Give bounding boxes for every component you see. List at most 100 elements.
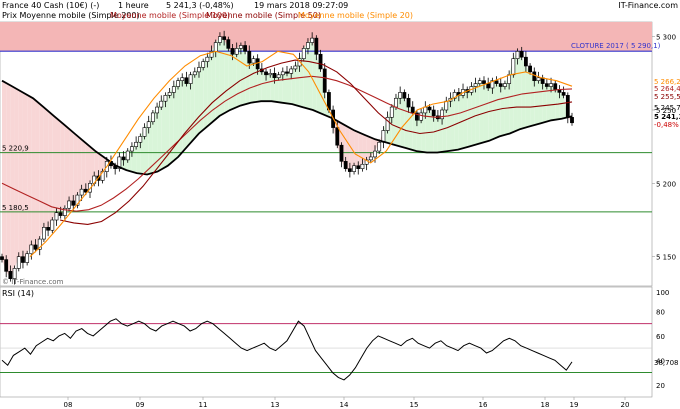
- price-ma200-fill: [463, 89, 468, 149]
- price-ma200-fill: [236, 45, 241, 108]
- candle-body: [301, 48, 306, 59]
- price-ma200-fill: [266, 73, 271, 102]
- candle-body: [167, 92, 172, 96]
- candle-body: [406, 97, 411, 108]
- candle-body: [4, 259, 9, 272]
- candle-body: [398, 92, 403, 99]
- price-ma200-fill: [287, 68, 292, 104]
- price-ma200-fill: [186, 74, 191, 148]
- candle-body: [134, 141, 139, 147]
- chart-canvas: France 40 Cash (10€) (-) 1 heure 5 241,3…: [0, 0, 680, 409]
- candle-body: [280, 71, 285, 76]
- right-value-label: 5 264,4: [654, 85, 680, 93]
- rsi-y-tick-label: 20: [656, 382, 665, 390]
- price-ma200-fill: [52, 114, 57, 220]
- price-ma200-fill: [496, 83, 501, 138]
- candle-body: [163, 95, 168, 102]
- legend-ma20: Moyenne mobile (Simple 20): [298, 11, 413, 20]
- candle-body: [360, 163, 365, 169]
- x-tick-label: 19: [570, 401, 579, 409]
- candle-body: [352, 165, 356, 172]
- price-ma200-fill: [27, 94, 32, 254]
- candle-body: [368, 156, 373, 161]
- candle-body: [138, 136, 143, 143]
- rsi-y-tick-label: 80: [656, 308, 665, 316]
- candle-body: [218, 36, 222, 43]
- candle-body: [125, 150, 130, 161]
- price-ma200-fill: [282, 71, 287, 104]
- candle-body: [276, 74, 281, 79]
- candle-body: [201, 61, 206, 68]
- price-ma200-fill: [400, 92, 405, 148]
- price-ma200-fill: [182, 77, 187, 153]
- candle-body: [247, 51, 252, 64]
- candle-body: [192, 71, 197, 76]
- price-ma200-fill: [454, 92, 459, 151]
- price-ma200-fill: [2, 80, 7, 272]
- candle-body: [570, 117, 574, 124]
- candle-body: [440, 109, 444, 120]
- level-label-5220: 5 220,9: [2, 145, 29, 153]
- candle-body: [511, 58, 516, 76]
- resistance-band: [0, 22, 652, 52]
- price-ma200-fill: [22, 92, 28, 263]
- candle-body: [343, 161, 348, 169]
- right-value-label: 5 245,7: [654, 104, 680, 112]
- candle-body: [205, 56, 210, 62]
- candle-body: [314, 37, 319, 55]
- rsi-value-label: 38,708: [654, 359, 679, 367]
- candle-body: [16, 256, 21, 269]
- candle-body: [197, 67, 201, 73]
- candle-body: [523, 56, 528, 67]
- candle-body: [79, 188, 84, 196]
- price-ma200-fill: [77, 135, 82, 196]
- candle-body: [486, 83, 491, 89]
- candle-body: [515, 51, 520, 59]
- interval-label: 1 heure: [118, 1, 149, 10]
- price-ma200-fill: [228, 48, 233, 111]
- candle-body: [0, 256, 4, 260]
- price-ma200-fill: [81, 139, 86, 193]
- price-ma200-fill: [354, 130, 359, 169]
- candle-body: [477, 80, 482, 84]
- price-ma200-fill: [500, 83, 505, 137]
- candle-body: [121, 156, 126, 161]
- candle-body: [46, 227, 51, 231]
- candle-body: [482, 80, 486, 84]
- right-value-label: 5 255,5: [654, 93, 680, 101]
- x-tick-label: 20: [621, 401, 630, 409]
- candle-body: [50, 219, 55, 231]
- price-ma200-fill: [542, 83, 547, 123]
- price-ma200-fill: [178, 77, 183, 158]
- candle-body: [171, 86, 176, 93]
- price-y-tick-label: 5 150: [656, 254, 676, 262]
- candle-body: [561, 92, 566, 96]
- rsi-y-tick-label: 100: [656, 289, 669, 297]
- price-ma200-fill: [517, 51, 522, 131]
- candle-body: [373, 150, 377, 158]
- candle-body: [394, 97, 398, 108]
- x-tick-label: 11: [199, 401, 208, 409]
- candle-body: [285, 71, 289, 74]
- price-ma200-fill: [467, 86, 472, 147]
- candle-body: [243, 45, 247, 52]
- price-ma200-fill: [6, 83, 11, 279]
- right-value-label: -0,48%: [654, 121, 679, 129]
- price-ma200-fill: [69, 128, 74, 206]
- candle-body: [180, 77, 185, 81]
- price-ma200-fill: [203, 57, 208, 130]
- candle-body: [176, 80, 180, 87]
- price-ma200-fill: [366, 135, 371, 160]
- candle-body: [347, 168, 352, 172]
- price-y-tick-label: 5 200: [656, 180, 676, 188]
- candle-body: [306, 42, 310, 49]
- candle-body: [58, 212, 63, 216]
- price-ma200-fill: [31, 97, 36, 250]
- candle-body: [431, 109, 436, 117]
- candle-body: [473, 83, 478, 87]
- candle-body: [150, 112, 155, 123]
- brand-label: IT-Finance.com: [618, 1, 678, 10]
- candle-body: [528, 65, 532, 73]
- candle-body: [532, 71, 537, 81]
- candle-body: [25, 253, 30, 263]
